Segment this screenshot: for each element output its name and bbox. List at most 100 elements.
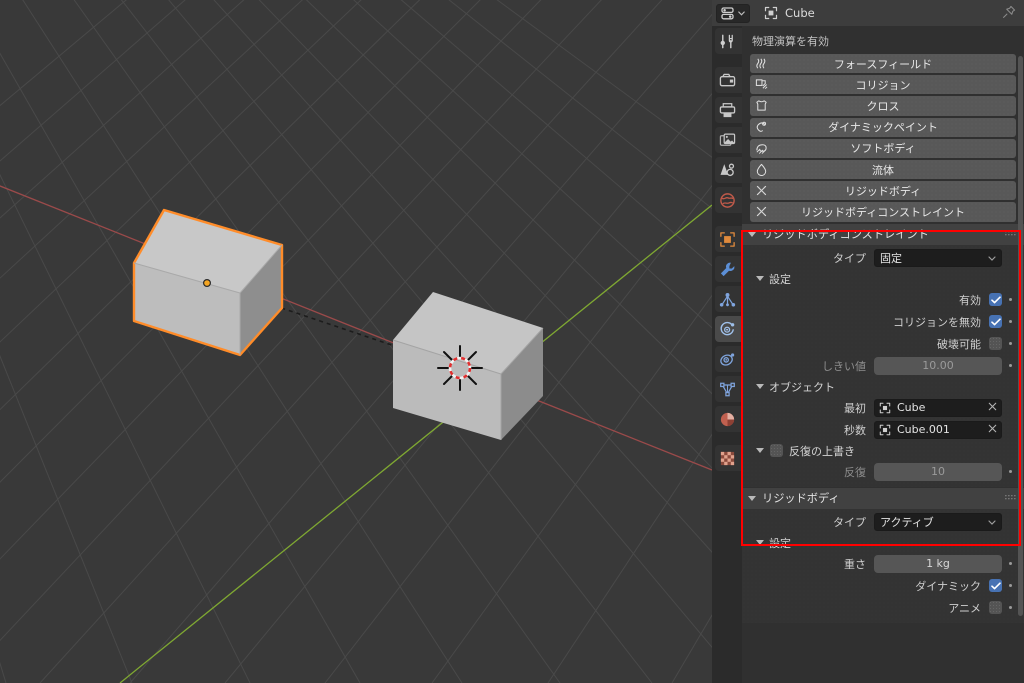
second-object-field[interactable]: Cube.001 [874, 420, 1002, 439]
physics-buttons-list[interactable]: フォースフィールド コリジョン クロス ダイナミックペイント ソフトボディ 流体… [742, 54, 1024, 222]
physics-button-cloth[interactable]: クロス [750, 96, 1016, 116]
physics-button-force-field[interactable]: フォースフィールド [750, 54, 1016, 74]
3d-cursor-icon [437, 345, 483, 391]
disclosure-triangle-icon[interactable] [756, 276, 764, 281]
disable-collisions-label: コリジョンを無効 [893, 315, 981, 329]
object-data-icon [879, 424, 891, 435]
iterations-field[interactable]: 10 [874, 462, 1002, 481]
close-icon [988, 402, 997, 411]
subpanel-header-objects[interactable]: オブジェクト [742, 377, 1024, 397]
drag-grip-icon[interactable] [1005, 228, 1016, 241]
rigid-body-type-dropdown[interactable]: アクティブ [874, 512, 1002, 531]
sidebar-item-view-layer[interactable] [712, 125, 742, 155]
collision-icon [750, 78, 772, 91]
threshold-field[interactable]: 10.00 [874, 356, 1002, 375]
sidebar-item-render[interactable] [712, 65, 742, 95]
clear-first-object-button[interactable] [988, 401, 997, 414]
disable-collisions-checkbox[interactable] [989, 315, 1002, 328]
subpanel-header-rb-settings[interactable]: 設定 [742, 533, 1024, 553]
row-breakable: 破壊可能 [742, 333, 1024, 355]
properties-content[interactable]: 物理演算を有効 フォースフィールド コリジョン クロス ダイナミックペイント ソ… [742, 26, 1024, 683]
panel-title: リジッドボディコンストレイント [762, 228, 929, 241]
sidebar-item-output[interactable] [712, 95, 742, 125]
subpanel-header-settings[interactable]: 設定 [742, 269, 1024, 289]
override-iterations-checkbox[interactable] [770, 444, 783, 457]
disclosure-triangle-icon[interactable] [748, 231, 756, 237]
dynamic-checkbox[interactable] [989, 579, 1002, 592]
world-globe-icon [719, 192, 735, 208]
object-data-icon [879, 402, 891, 413]
physics-button-label: リジッドボディ [844, 184, 922, 198]
mass-field[interactable]: 1 kg [874, 554, 1002, 573]
sidebar-item-modifiers[interactable] [712, 254, 742, 284]
fluid-icon [750, 163, 772, 177]
row-dynamic: ダイナミック [742, 575, 1024, 597]
iterations-label: 反復 [844, 465, 866, 479]
physics-button-fluid[interactable]: 流体 [750, 159, 1016, 180]
sidebar-item-scene[interactable] [712, 155, 742, 185]
physics-button-soft-body[interactable]: ソフトボディ [750, 138, 1016, 158]
first-object-label: 最初 [844, 401, 866, 415]
panel-rigid-body[interactable]: リジッドボディ タイプ アクティブ 設定 重さ 1 kg ダイナミック アニメ [742, 487, 1024, 623]
sidebar-item-particles[interactable] [712, 284, 742, 314]
physics-button-collision[interactable]: コリジョン [750, 75, 1016, 95]
physics-button-rigid-body-constraint[interactable]: リジッドボディコンストレイント [750, 202, 1016, 222]
constraint-icon [719, 352, 734, 366]
properties-tab-rail[interactable] [712, 26, 742, 683]
constraint-type-dropdown[interactable]: 固定 [874, 248, 1002, 267]
first-object-field[interactable]: Cube [874, 398, 1002, 417]
disclosure-triangle-icon[interactable] [756, 448, 764, 453]
disclosure-triangle-icon[interactable] [748, 495, 756, 501]
sidebar-item-world[interactable] [712, 185, 742, 215]
3d-viewport[interactable] [0, 0, 712, 683]
row-rigid-body-type: タイプ アクティブ [742, 511, 1024, 533]
check-icon [990, 295, 1001, 303]
pin-id-button[interactable] [1002, 5, 1016, 22]
cube-object-selected[interactable] [122, 205, 297, 365]
animate-property-dot[interactable] [1002, 364, 1018, 367]
sidebar-item-material[interactable] [712, 404, 742, 434]
physics-button-rigid-body[interactable]: リジッドボディ [750, 181, 1016, 201]
disclosure-triangle-icon[interactable] [756, 384, 764, 389]
constraint-type-value: 固定 [880, 251, 902, 265]
row-enabled: 有効 [742, 289, 1024, 311]
physics-button-label: フォースフィールド [833, 57, 933, 71]
panel-header-rigid-body-constraint[interactable]: リジッドボディコンストレイント [742, 223, 1024, 245]
drag-grip-icon[interactable] [1005, 492, 1016, 505]
animate-property-dot[interactable] [1002, 320, 1018, 323]
animate-property-dot[interactable] [1002, 562, 1018, 565]
rigid-body-type-label: タイプ [833, 515, 866, 529]
animate-property-dot[interactable] [1002, 342, 1018, 345]
enabled-checkbox[interactable] [989, 293, 1002, 306]
panel-header-rigid-body[interactable]: リジッドボディ [742, 487, 1024, 509]
chevron-down-icon [988, 251, 996, 264]
physics-button-dynamic-paint[interactable]: ダイナミックペイント [750, 117, 1016, 137]
breakable-checkbox[interactable] [989, 337, 1002, 350]
sidebar-item-object-data[interactable] [712, 374, 742, 404]
clear-second-object-button[interactable] [988, 423, 997, 436]
rigid-body-type-value: アクティブ [880, 515, 934, 529]
properties-editor[interactable]: Cube 物理演算を有効 フォースフィールド コリジョン クロス ダイナミックペ… [712, 0, 1024, 683]
sidebar-item-object-constraints[interactable] [712, 344, 742, 374]
animate-property-dot[interactable] [1002, 298, 1018, 301]
subpanel-title: 設定 [769, 536, 791, 550]
row-first-object: 最初 Cube [742, 397, 1024, 419]
iterations-value: 10 [931, 465, 945, 478]
animated-checkbox[interactable] [989, 601, 1002, 614]
animate-property-dot[interactable] [1002, 470, 1018, 473]
disclosure-triangle-icon[interactable] [756, 540, 764, 545]
physics-button-label: ダイナミックペイント [828, 121, 938, 135]
sidebar-item-physics[interactable] [712, 314, 742, 344]
properties-scrollbar[interactable] [1018, 56, 1023, 616]
first-object-value: Cube [897, 401, 926, 414]
sidebar-item-tool[interactable] [712, 26, 742, 56]
animate-property-dot[interactable] [1002, 584, 1018, 587]
subpanel-header-override-iterations[interactable]: 反復の上書き [742, 441, 1024, 461]
sidebar-item-texture[interactable] [712, 443, 742, 473]
animate-property-dot[interactable] [1002, 606, 1018, 609]
breakable-label: 破壊可能 [937, 337, 981, 351]
sidebar-item-object[interactable] [712, 224, 742, 254]
editor-type-selector[interactable] [716, 3, 750, 23]
panel-rigid-body-constraint[interactable]: リジッドボディコンストレイント タイプ 固定 設定 有効 コリジョンを無効 破壊… [742, 223, 1024, 487]
enable-physics-label: 物理演算を有効 [752, 35, 829, 48]
